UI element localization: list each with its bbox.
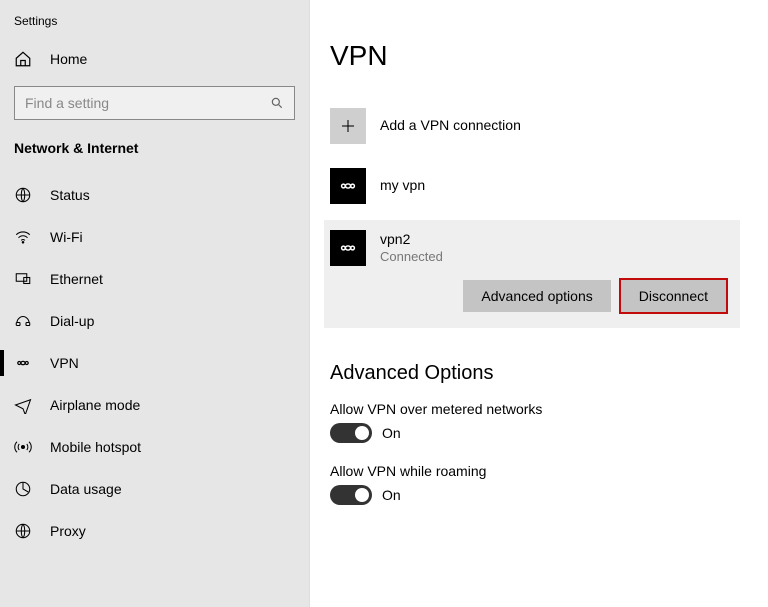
wifi-icon <box>14 228 32 246</box>
sidebar-item-label: Data usage <box>50 481 122 497</box>
vpn-name: my vpn <box>380 177 425 195</box>
vpn-action-row: Advanced options Disconnect <box>330 280 730 312</box>
toggle-metered-state: On <box>382 425 401 441</box>
sidebar-item-status[interactable]: Status <box>0 174 309 216</box>
home-label: Home <box>50 51 87 67</box>
sidebar-item-dialup[interactable]: Dial-up <box>0 300 309 342</box>
sidebar-item-wifi[interactable]: Wi-Fi <box>0 216 309 258</box>
hotspot-icon <box>14 438 32 456</box>
vpn-tile-icon <box>330 230 366 266</box>
airplane-icon <box>14 396 32 414</box>
sidebar-item-vpn[interactable]: VPN <box>0 342 309 384</box>
disconnect-button[interactable]: Disconnect <box>621 280 726 312</box>
toggle-roaming-state: On <box>382 487 401 503</box>
dialup-icon <box>14 312 32 330</box>
sidebar-item-ethernet[interactable]: Ethernet <box>0 258 309 300</box>
sidebar-item-label: Airplane mode <box>50 397 140 413</box>
sidebar-item-hotspot[interactable]: Mobile hotspot <box>0 426 309 468</box>
sidebar-item-label: Mobile hotspot <box>50 439 141 455</box>
vpn-item-vpn2[interactable]: vpn2 Connected Advanced options Disconne… <box>324 220 740 328</box>
proxy-icon <box>14 522 32 540</box>
toggle-roaming[interactable] <box>330 485 372 505</box>
toggle-metered[interactable] <box>330 423 372 443</box>
advanced-options-button[interactable]: Advanced options <box>463 280 610 312</box>
opt-metered-label: Allow VPN over metered networks <box>330 401 748 417</box>
ethernet-icon <box>14 270 32 288</box>
main-panel: VPN Add a VPN connection my vpn vpn2 <box>310 0 768 607</box>
app-title: Settings <box>0 12 309 40</box>
search-box[interactable] <box>14 86 295 120</box>
sidebar-item-label: Dial-up <box>50 313 94 329</box>
globe-icon <box>14 186 32 204</box>
sidebar-item-label: Ethernet <box>50 271 103 287</box>
data-usage-icon <box>14 480 32 498</box>
vpn-name: vpn2 <box>380 231 443 249</box>
sidebar-item-airplane[interactable]: Airplane mode <box>0 384 309 426</box>
vpn-tile-icon <box>330 168 366 204</box>
sidebar-item-label: VPN <box>50 355 79 371</box>
home-icon <box>14 50 32 68</box>
sidebar-item-label: Proxy <box>50 523 86 539</box>
sidebar-item-label: Status <box>50 187 90 203</box>
search-input[interactable] <box>25 95 270 111</box>
vpn-list: Add a VPN connection my vpn vpn2 Connect… <box>330 100 748 328</box>
vpn-icon <box>14 354 32 372</box>
add-vpn-connection[interactable]: Add a VPN connection <box>330 100 740 152</box>
add-vpn-label: Add a VPN connection <box>380 117 521 135</box>
advanced-options-title: Advanced Options <box>330 362 748 385</box>
plus-tile <box>330 108 366 144</box>
home-link[interactable]: Home <box>0 40 309 78</box>
category-label: Network & Internet <box>0 134 309 174</box>
opt-roaming-label: Allow VPN while roaming <box>330 463 748 479</box>
vpn-status: Connected <box>380 249 443 265</box>
page-title: VPN <box>330 40 748 72</box>
sidebar-item-label: Wi-Fi <box>50 229 83 245</box>
vpn-item-myvpn[interactable]: my vpn <box>330 160 740 212</box>
sidebar-item-proxy[interactable]: Proxy <box>0 510 309 552</box>
sidebar-item-data-usage[interactable]: Data usage <box>0 468 309 510</box>
sidebar: Settings Home Network & Internet Status … <box>0 0 310 607</box>
search-icon <box>270 96 284 110</box>
